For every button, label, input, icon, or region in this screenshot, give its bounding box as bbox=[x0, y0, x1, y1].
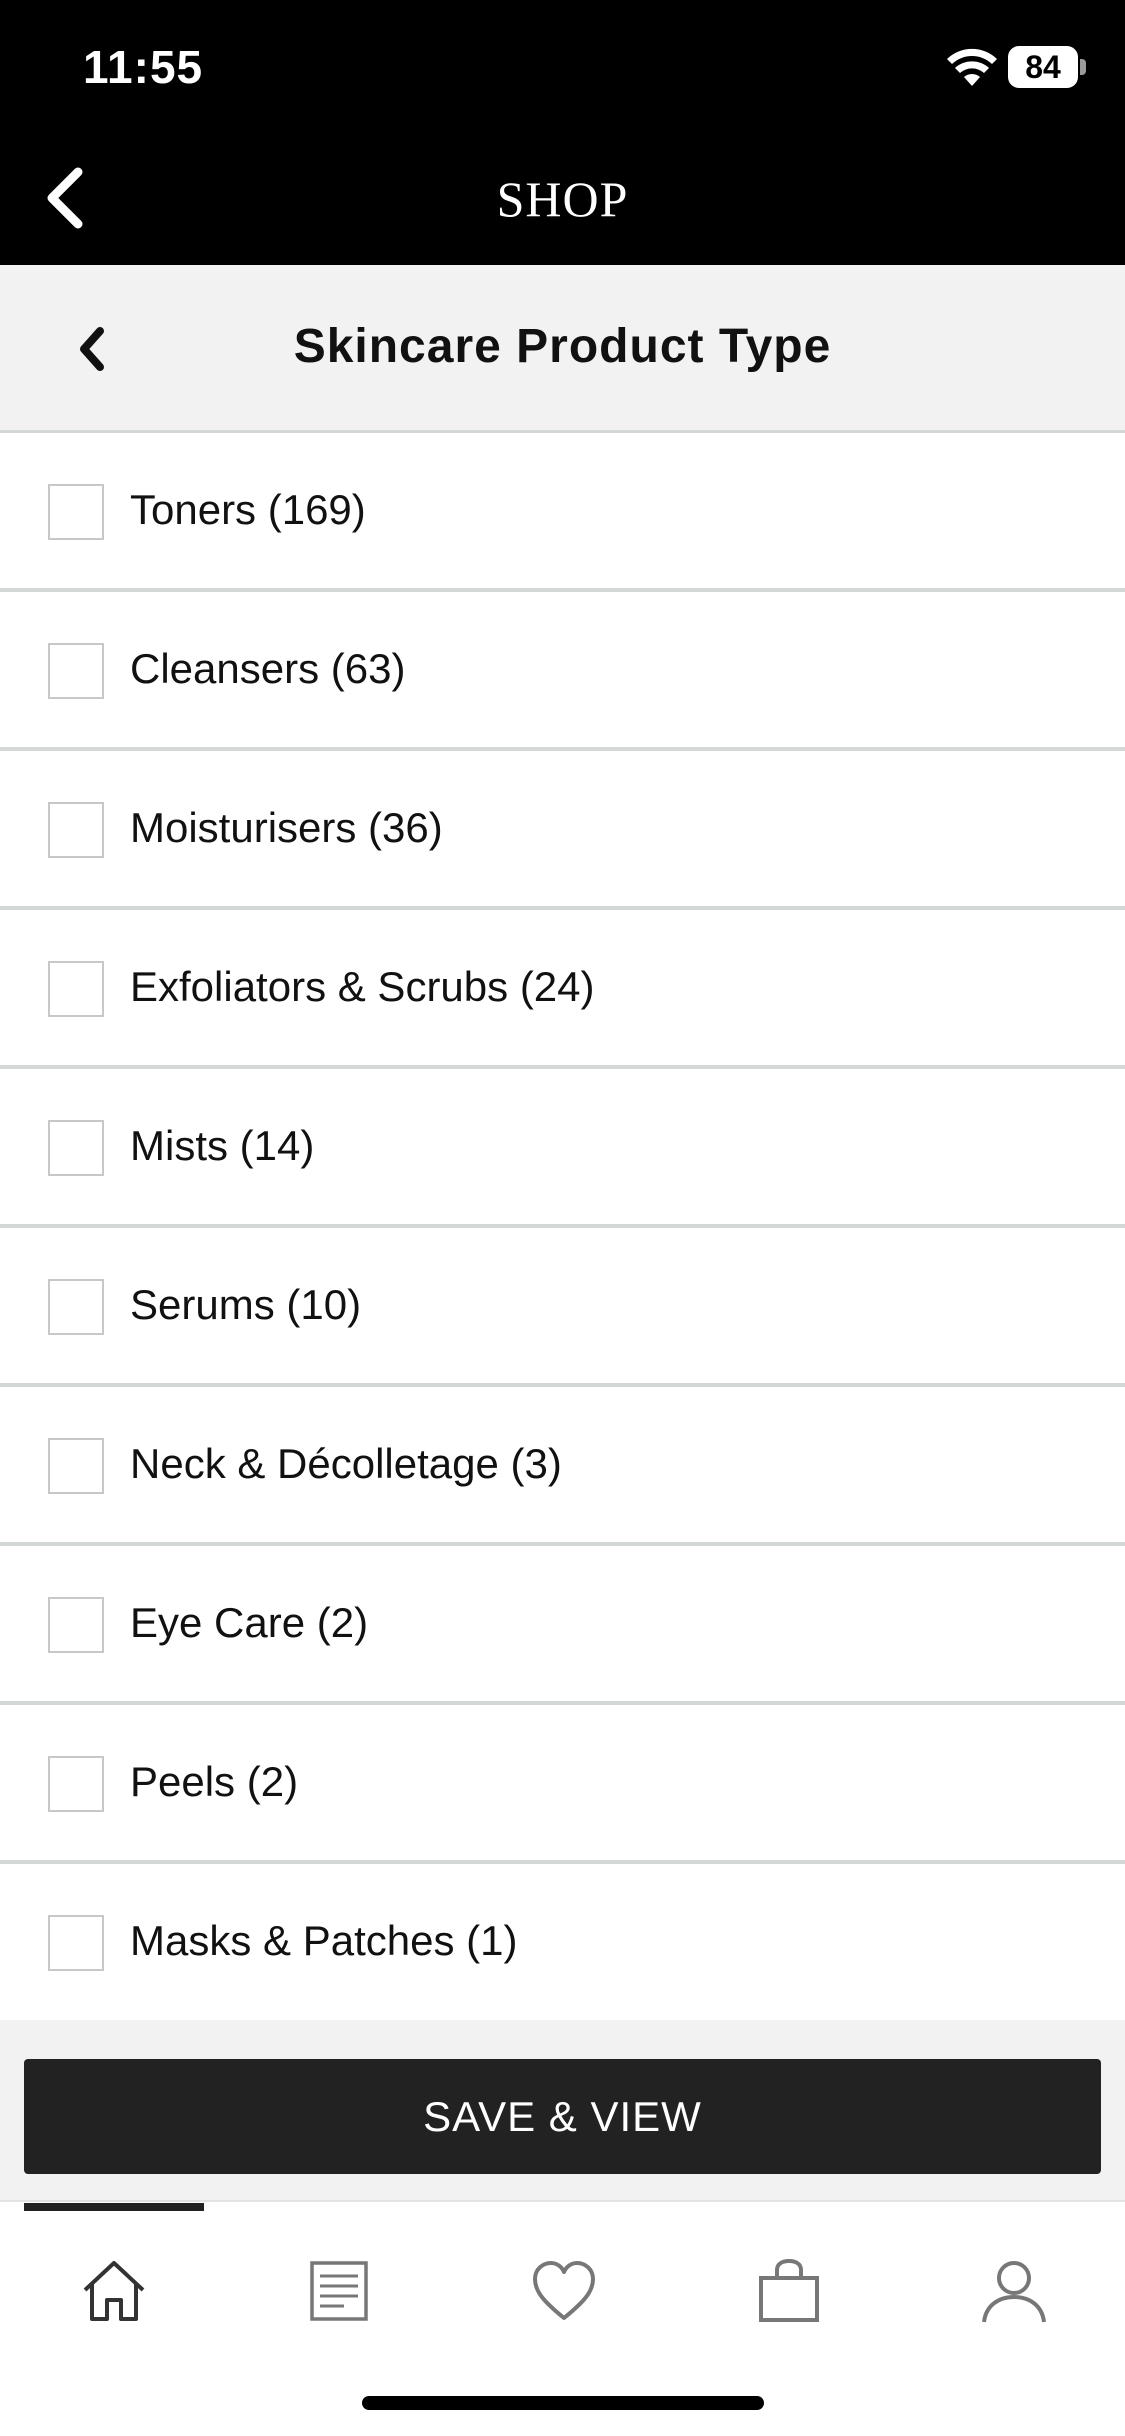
save-view-button[interactable]: SAVE & VIEW bbox=[24, 2059, 1101, 2174]
battery-level: 84 bbox=[1008, 46, 1078, 88]
filter-item-label: Neck & Décolletage (3) bbox=[130, 1440, 562, 1487]
top-header: 11:55 84 SHOP bbox=[0, 0, 1125, 265]
checkbox[interactable] bbox=[48, 802, 104, 858]
filter-item-label: Moisturisers (36) bbox=[130, 804, 443, 851]
filter-item[interactable]: Peels (2) bbox=[0, 1705, 1125, 1864]
filter-item[interactable]: Exfoliators & Scrubs (24) bbox=[0, 910, 1125, 1069]
filter-item-label: Eye Care (2) bbox=[130, 1599, 369, 1646]
filter-item-label: Masks & Patches (1) bbox=[130, 1917, 518, 1964]
filter-list: Toners (169) Cleansers (63) Moisturisers… bbox=[0, 433, 1125, 2031]
tab-catalog[interactable] bbox=[294, 2246, 384, 2336]
filter-item-label: Serums (10) bbox=[130, 1281, 362, 1328]
filter-item-label: Exfoliators & Scrubs (24) bbox=[130, 963, 595, 1010]
status-time: 11:55 bbox=[83, 41, 204, 93]
profile-icon bbox=[982, 2261, 1046, 2323]
filter-item[interactable]: Serums (10) bbox=[0, 1228, 1125, 1387]
filter-item-label: Peels (2) bbox=[130, 1758, 299, 1805]
checkbox[interactable] bbox=[48, 1438, 104, 1494]
checkbox[interactable] bbox=[48, 643, 104, 699]
filter-item-label: Mists (14) bbox=[130, 1122, 315, 1169]
battery-icon: 84 bbox=[1008, 46, 1086, 88]
checkbox[interactable] bbox=[48, 484, 104, 540]
battery-nub bbox=[1080, 59, 1086, 75]
tab-bag[interactable] bbox=[744, 2246, 834, 2336]
checkbox[interactable] bbox=[48, 1756, 104, 1812]
tab-profile[interactable] bbox=[969, 2246, 1059, 2336]
filter-item-label: Cleansers (63) bbox=[130, 645, 406, 692]
filter-item[interactable]: Cleansers (63) bbox=[0, 592, 1125, 751]
checkbox[interactable] bbox=[48, 961, 104, 1017]
shop-filter-screen: 11:55 84 SHOP Skincare Product Type Tone… bbox=[0, 0, 1125, 2436]
checkbox[interactable] bbox=[48, 1120, 104, 1176]
action-area: SAVE & VIEW bbox=[0, 2020, 1125, 2200]
tab-wishlist[interactable] bbox=[519, 2246, 609, 2336]
filter-item[interactable]: Neck & Décolletage (3) bbox=[0, 1387, 1125, 1546]
filter-item[interactable]: Eye Care (2) bbox=[0, 1546, 1125, 1705]
active-tab-indicator bbox=[24, 2203, 204, 2211]
checkbox[interactable] bbox=[48, 1279, 104, 1335]
home-indicator bbox=[362, 2396, 764, 2410]
filter-title: Skincare Product Type bbox=[293, 320, 832, 373]
header-title: SHOP bbox=[496, 171, 629, 227]
filter-item[interactable]: Moisturisers (36) bbox=[0, 751, 1125, 910]
wifi-icon bbox=[947, 48, 997, 86]
bag-icon bbox=[759, 2258, 819, 2322]
filter-item-label: Toners (169) bbox=[130, 486, 366, 533]
filter-item[interactable]: Mists (14) bbox=[0, 1069, 1125, 1228]
checkbox[interactable] bbox=[48, 1915, 104, 1971]
catalog-icon bbox=[310, 2261, 368, 2321]
checkbox[interactable] bbox=[48, 1597, 104, 1653]
filter-subheader: Skincare Product Type bbox=[0, 265, 1125, 433]
filter-item[interactable]: Masks & Patches (1) bbox=[0, 1864, 1125, 2031]
heart-icon bbox=[533, 2261, 595, 2320]
tab-home[interactable] bbox=[69, 2246, 159, 2336]
filter-item[interactable]: Toners (169) bbox=[0, 433, 1125, 592]
home-icon bbox=[83, 2261, 145, 2321]
